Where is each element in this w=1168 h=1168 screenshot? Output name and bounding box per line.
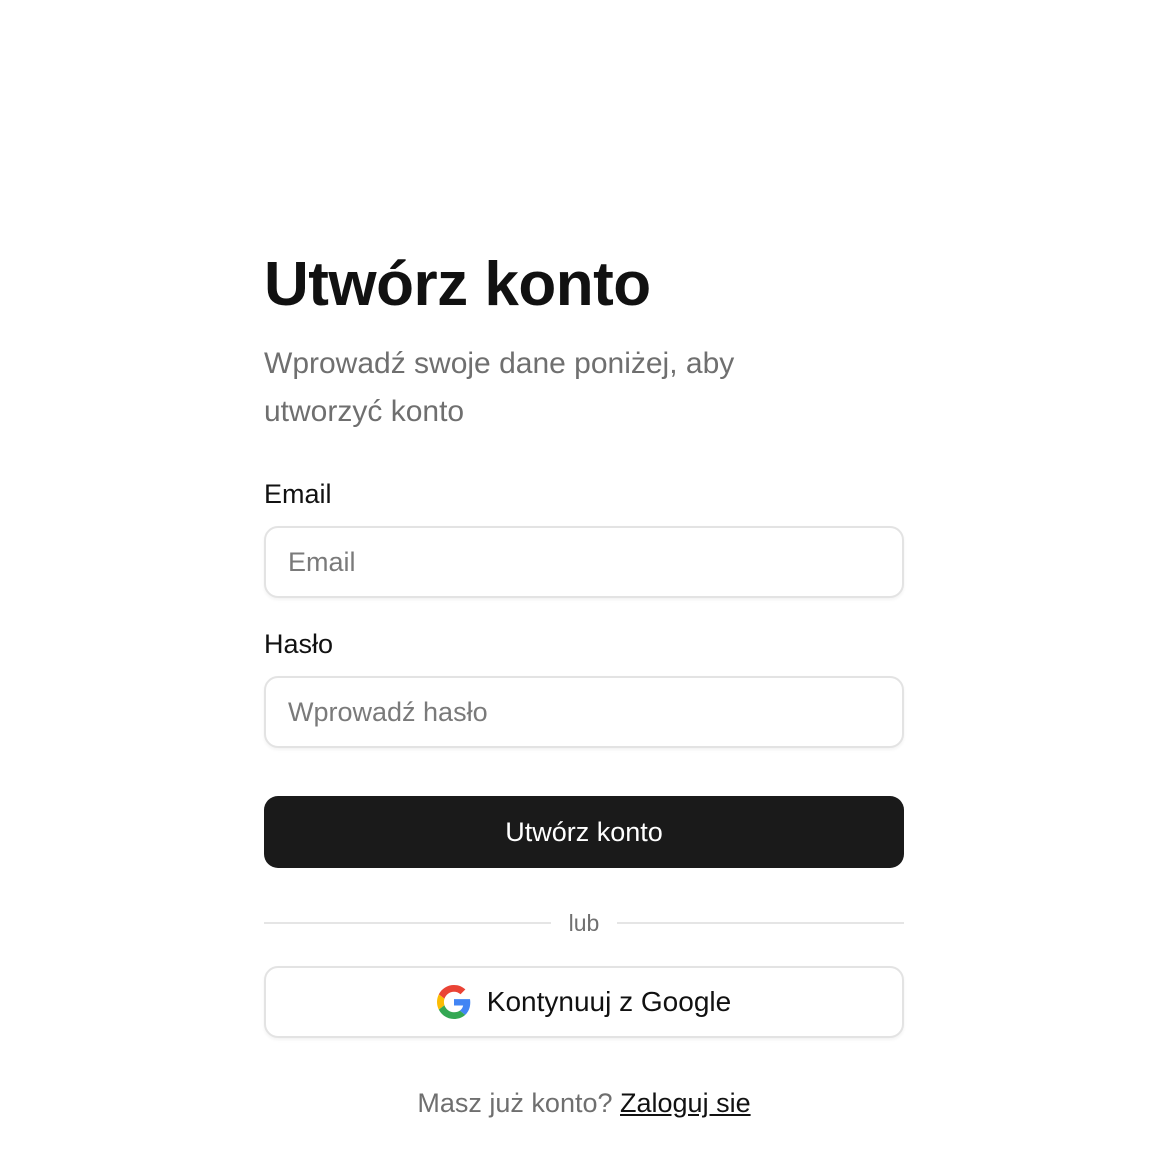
signin-prompt: Masz już konto? Zaloguj sie (264, 1088, 904, 1119)
page-title: Utwórz konto (264, 250, 651, 319)
password-input[interactable] (264, 676, 904, 748)
page-subtitle: Wprowadź swoje dane poniżej, aby utworzy… (264, 347, 735, 428)
divider-line-right (617, 922, 905, 924)
google-button-label: Kontynuuj z Google (486, 986, 732, 1017)
signup-page: Utwórz konto Wprowadź swoje dane poniżej… (0, 0, 1168, 1168)
divider-line-left (264, 922, 551, 924)
create-account-button[interactable]: Utwórz konto (264, 796, 904, 868)
divider-text: lub (568, 909, 600, 936)
email-input[interactable] (264, 526, 904, 598)
google-icon (436, 985, 471, 1019)
signin-prompt-text: Masz już konto? (417, 1088, 613, 1118)
google-signin-button[interactable]: Kontynuuj z Google (264, 966, 904, 1038)
signup-form: Utwórz konto Wprowadź swoje dane poniżej… (264, 248, 905, 1119)
signin-link[interactable]: Zaloguj sie (620, 1088, 751, 1118)
email-label: Email (264, 479, 332, 509)
password-label: Hasło (264, 629, 334, 659)
divider: lub (264, 908, 905, 938)
